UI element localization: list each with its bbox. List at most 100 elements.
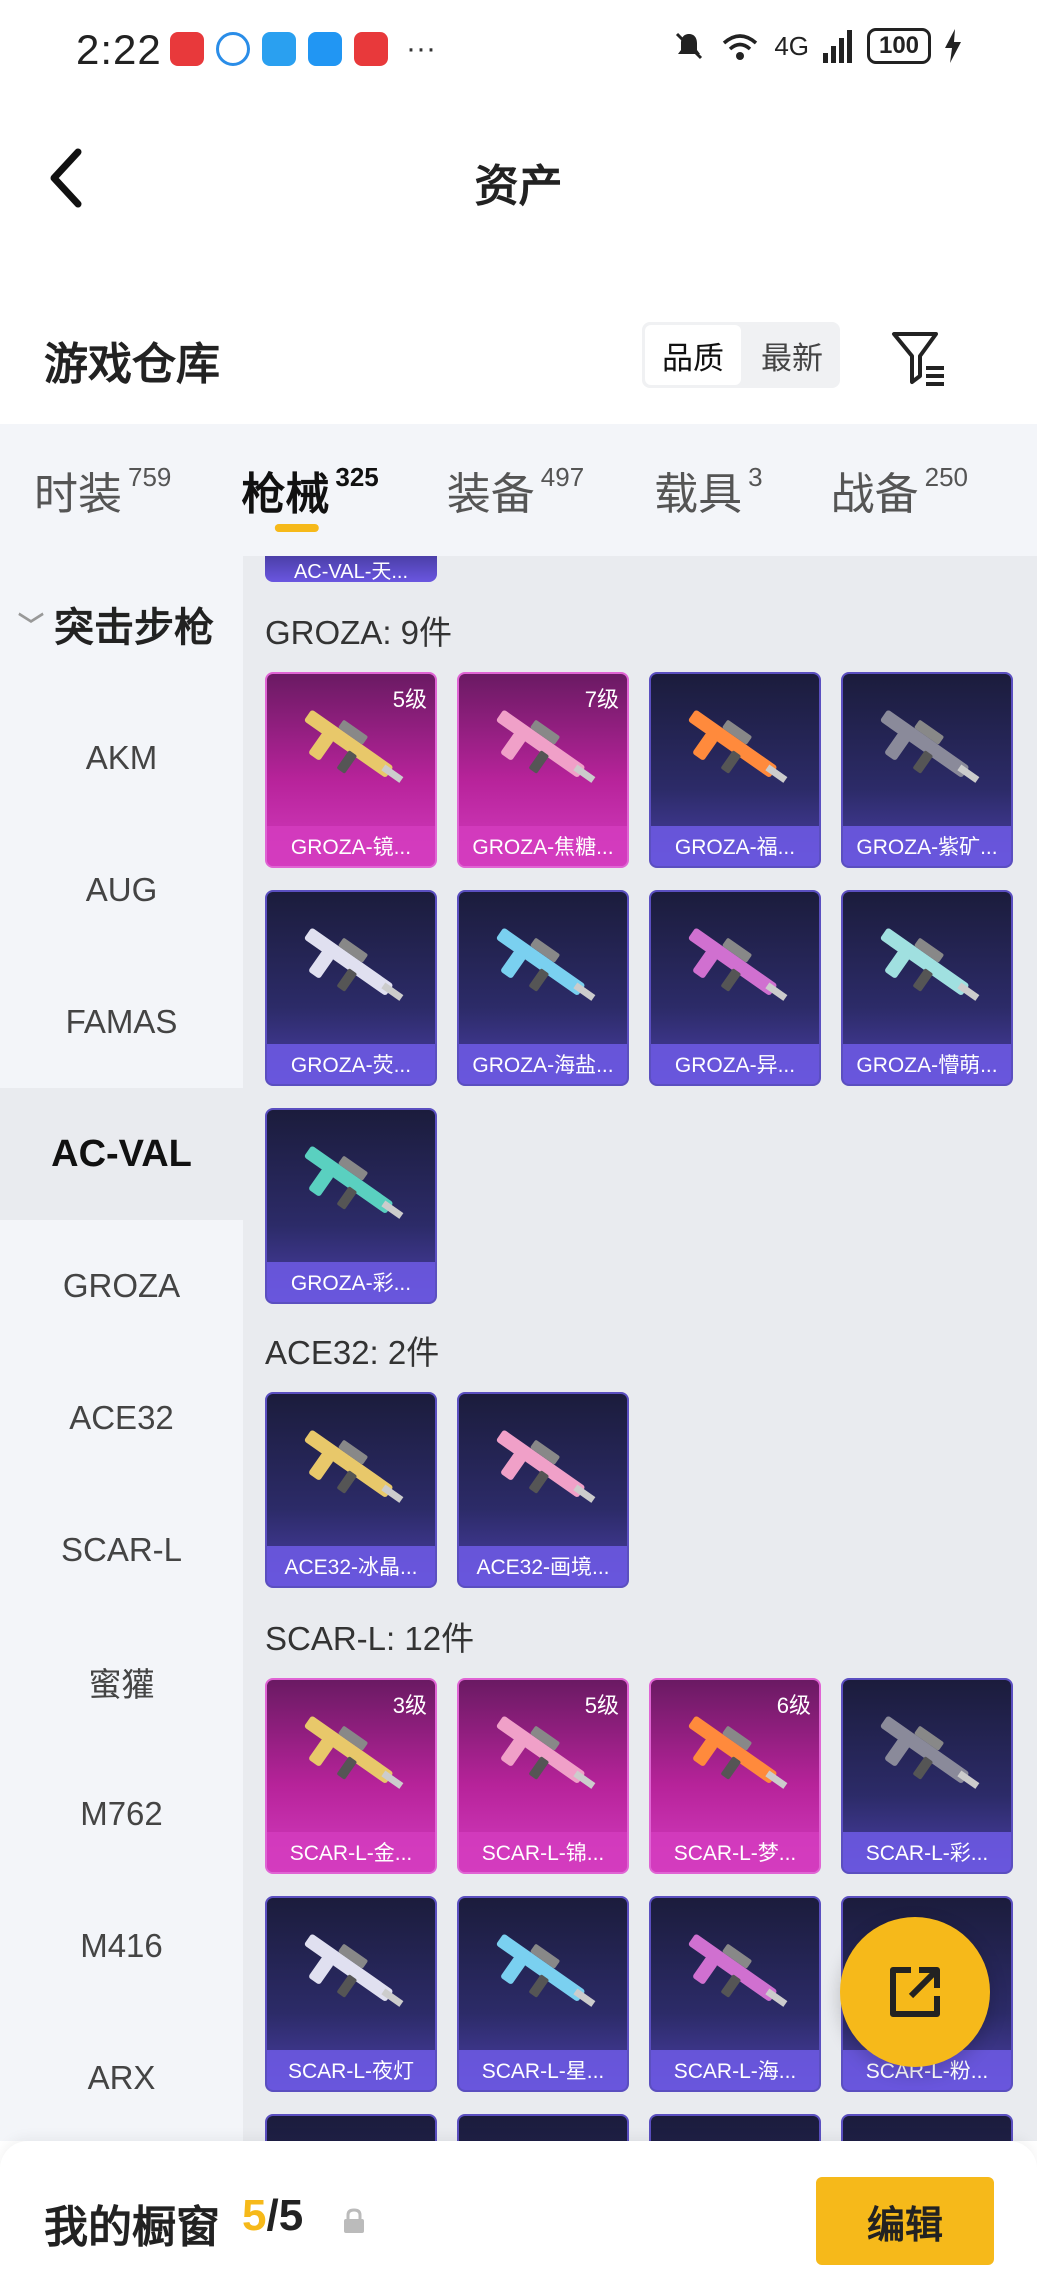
network-type-label: 4G [774, 30, 809, 61]
item-card[interactable]: 3级 SCAR-L-金... [265, 1678, 437, 1874]
item-card[interactable]: SCAR-L-海... [649, 1896, 821, 2092]
item-grid-area[interactable]: AC-VAL-天... GROZA: 9件 5级 GROZA-镜... 7级 GRO… [243, 556, 1037, 2141]
item-card[interactable]: GROZA-福... [649, 672, 821, 868]
groza-row: GROZA-彩... [265, 1108, 437, 1304]
share-external-icon [890, 1967, 940, 2017]
scar-l-row-partial [265, 2114, 1013, 2141]
item-card-partial[interactable] [649, 2114, 821, 2141]
item-name: GROZA-懵萌... [843, 1044, 1011, 1084]
active-tab-indicator [274, 524, 319, 532]
weapon-image [880, 928, 980, 1001]
battery-icon: 100 [867, 28, 931, 64]
item-name: GROZA-异... [651, 1044, 819, 1084]
item-name: GROZA-镜... [267, 826, 435, 866]
sidebar-item-m762[interactable]: M762 [0, 1748, 243, 1880]
ac-val-card-partial[interactable]: AC-VAL-天... [265, 556, 437, 583]
section-title-scar-l: SCAR-L: 12件 [265, 1620, 475, 1657]
share-floating-button[interactable] [840, 1917, 990, 2067]
sidebar-item-famas[interactable]: FAMAS [0, 956, 243, 1088]
weapon-image [496, 928, 596, 1001]
tab-guns[interactable]: 枪械 325 [241, 424, 379, 556]
item-name: ACE32-冰晶... [267, 1546, 435, 1586]
item-level-badge: 3级 [392, 1693, 427, 1718]
item-card[interactable]: 5级 GROZA-镜... [265, 672, 437, 868]
ace32-row: ACE32-冰晶... ACE32-画境... [265, 1392, 629, 1588]
item-level-badge: 5级 [584, 1693, 619, 1718]
item-card[interactable]: 5级 SCAR-L-锦... [457, 1678, 629, 1874]
item-level-badge: 7级 [584, 687, 619, 712]
page-title: 资产 [474, 162, 563, 211]
item-card[interactable]: ACE32-画境... [457, 1392, 629, 1588]
item-card[interactable]: GROZA-紫矿... [841, 672, 1013, 868]
message-app-icon [354, 32, 388, 66]
item-card[interactable]: 6级 SCAR-L-梦... [649, 1678, 821, 1874]
item-name: GROZA-彩... [267, 1262, 435, 1302]
item-card[interactable]: 7级 GROZA-焦糖... [457, 672, 629, 868]
sidebar-item-ac-val[interactable]: AC-VAL [0, 1088, 243, 1220]
item-card[interactable]: SCAR-L-星... [457, 1896, 629, 2092]
status-bar: 2:22 ··· 4G 100 [0, 0, 1037, 100]
tab-label: 时装 [34, 470, 122, 519]
weapon-image [496, 1430, 596, 1503]
tab-label: 枪械 [241, 470, 330, 519]
edit-button[interactable]: 编辑 [816, 2177, 994, 2265]
item-level-badge: 5级 [392, 687, 427, 712]
item-name: GROZA-焦糖... [459, 826, 627, 866]
more-notifications-icon: ··· [406, 32, 436, 65]
item-card[interactable]: SCAR-L-夜灯 [265, 1896, 437, 2092]
item-card[interactable]: GROZA-海盐... [457, 890, 629, 1086]
weapon-image [304, 1146, 404, 1219]
sort-latest-button[interactable]: 最新 [744, 322, 840, 388]
sidebar-item-akm[interactable]: AKM [0, 692, 243, 824]
sidebar-item-ace32[interactable]: ACE32 [0, 1352, 243, 1484]
item-card-partial[interactable] [841, 2114, 1013, 2141]
item-card[interactable]: SCAR-L-彩... [841, 1678, 1013, 1874]
showcase-current: 5 [242, 2191, 267, 2240]
category-tabs: 时装 759 枪械 325 装备 497 载具 3 战备 250 [0, 424, 1037, 556]
item-name: SCAR-L-梦... [651, 1832, 819, 1872]
tab-supplies[interactable]: 战备 250 [831, 424, 968, 556]
sidebar-item-scar-l[interactable]: SCAR-L [0, 1484, 243, 1616]
weapon-image [304, 1934, 404, 2007]
weapon-image [496, 1934, 596, 2007]
item-card-partial[interactable] [265, 2114, 437, 2141]
item-level-badge: 6级 [776, 1693, 811, 1718]
item-card[interactable]: ACE32-冰晶... [265, 1392, 437, 1588]
item-name: GROZA-紫矿... [843, 826, 1011, 866]
warehouse-header: 游戏仓库 品质 最新 [0, 300, 1037, 420]
wifi-icon [723, 34, 758, 60]
sidebar-group-assault-rifles[interactable]: ﹀ 突击步枪 [0, 556, 243, 692]
sidebar-item-aug[interactable]: AUG [0, 824, 243, 956]
tab-label: 装备 [446, 470, 535, 519]
item-card[interactable]: GROZA-懵萌... [841, 890, 1013, 1086]
weapon-image [304, 1430, 404, 1503]
weapon-image [688, 1934, 788, 2007]
sidebar-item-m416[interactable]: M416 [0, 1880, 243, 2012]
section-title-ace32: ACE32: 2件 [265, 1334, 440, 1371]
tab-vehicles[interactable]: 载具 3 [654, 424, 762, 556]
sidebar-item-honey-badger[interactable]: 蜜獾 [0, 1616, 243, 1748]
item-card[interactable]: GROZA-异... [649, 890, 821, 1086]
item-name: SCAR-L-星... [459, 2050, 627, 2090]
item-name: SCAR-L-锦... [459, 1832, 627, 1872]
mute-bell-icon [676, 32, 703, 60]
item-card-partial[interactable] [457, 2114, 629, 2141]
item-card[interactable]: GROZA-彩... [265, 1108, 437, 1304]
section-title-groza: GROZA: 9件 [265, 614, 453, 651]
status-indicators: 4G 100 [672, 28, 961, 64]
sidebar-item-groza[interactable]: GROZA [0, 1220, 243, 1352]
tab-fashion[interactable]: 时装 759 [34, 424, 171, 556]
item-name: GROZA-福... [651, 826, 819, 866]
sort-quality-button[interactable]: 品质 [645, 325, 741, 385]
sidebar-group-label: 突击步枪 [54, 606, 215, 650]
sidebar-item-arx[interactable]: ARX [0, 2012, 243, 2144]
showcase-total: 5 [278, 2191, 304, 2240]
groza-row: GROZA-荧... GROZA-海盐... GROZA-异... GROZA-… [265, 890, 1013, 1086]
tab-count: 497 [540, 462, 585, 492]
filter-button[interactable] [890, 328, 950, 388]
tab-label: 载具 [654, 470, 743, 519]
tab-count: 325 [335, 462, 379, 492]
tab-equipment[interactable]: 装备 497 [447, 424, 584, 556]
lock-icon [344, 2208, 364, 2233]
item-card[interactable]: GROZA-荧... [265, 890, 437, 1086]
